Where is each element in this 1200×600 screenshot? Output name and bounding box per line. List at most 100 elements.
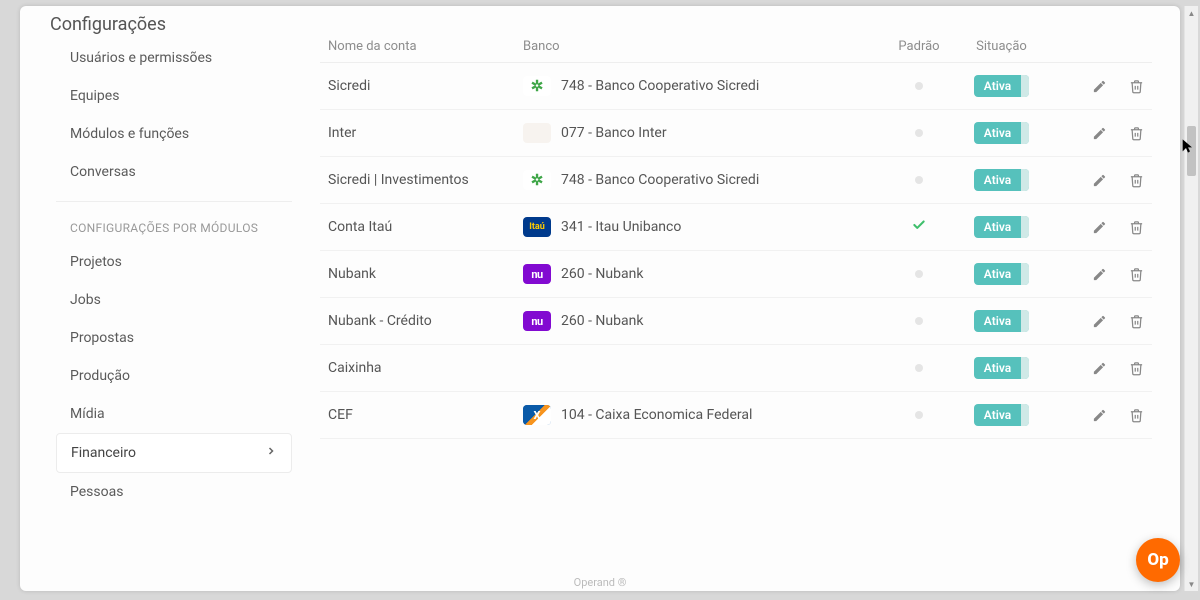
- edit-button[interactable]: [1092, 361, 1107, 376]
- cell-bank: ✲ 748 - Banco Cooperativo Sicredi: [523, 170, 884, 190]
- cell-bank: Itaú341 - Itau Unibanco: [523, 217, 884, 237]
- scrollbar-thumb[interactable]: [1187, 126, 1196, 176]
- sidebar-item-production[interactable]: Produção: [56, 357, 292, 395]
- sidebar-item-jobs[interactable]: Jobs: [56, 281, 292, 319]
- status-badge-toggle-icon: [1021, 122, 1029, 144]
- edit-button[interactable]: [1092, 408, 1107, 423]
- table-row: Conta ItaúItaú341 - Itau Unibanco Ativa: [320, 204, 1152, 251]
- window-scrollbar[interactable]: ▲ ▼: [1184, 6, 1198, 591]
- cell-actions: [1049, 408, 1144, 423]
- cell-status: Ativa: [954, 216, 1049, 238]
- cell-status: Ativa: [954, 404, 1049, 426]
- edit-button[interactable]: [1092, 79, 1107, 94]
- status-badge-toggle-icon: [1021, 357, 1029, 379]
- cell-account-name: Sicredi: [328, 78, 523, 94]
- delete-button[interactable]: [1129, 408, 1144, 423]
- cell-actions: [1049, 314, 1144, 329]
- table-body: Sicredi✲748 - Banco Cooperativo SicrediA…: [320, 63, 1152, 439]
- bank-logo-icon: ✲: [523, 170, 551, 190]
- pencil-icon: [1092, 267, 1107, 282]
- sidebar-item-proposals[interactable]: Propostas: [56, 319, 292, 357]
- delete-button[interactable]: [1129, 126, 1144, 141]
- sidebar-item-people[interactable]: Pessoas: [56, 473, 292, 511]
- sidebar-item-label: Pessoas: [70, 484, 123, 500]
- delete-button[interactable]: [1129, 173, 1144, 188]
- pencil-icon: [1092, 408, 1107, 423]
- page-title: Configurações: [20, 6, 1180, 39]
- cell-account-name: Sicredi | Investimentos: [328, 172, 523, 188]
- delete-button[interactable]: [1129, 220, 1144, 235]
- sidebar-item-projects[interactable]: Projetos: [56, 243, 292, 281]
- status-badge-label: Ativa: [974, 310, 1021, 332]
- content-wrap: Usuários e permissões Equipes Módulos e …: [20, 39, 1180, 588]
- pencil-icon: [1092, 314, 1107, 329]
- cell-default[interactable]: [884, 360, 954, 376]
- status-badge[interactable]: Ativa: [974, 404, 1029, 426]
- bank-logo-icon: X: [523, 405, 551, 425]
- scroll-up-icon[interactable]: ▲: [1185, 6, 1198, 20]
- bank-label: 104 - Caixa Economica Federal: [561, 407, 752, 423]
- table-row: CaixinhaAtiva: [320, 345, 1152, 392]
- th-bank: Banco: [523, 39, 884, 54]
- status-badge-toggle-icon: [1021, 404, 1029, 426]
- trash-icon: [1129, 220, 1144, 235]
- pencil-icon: [1092, 173, 1107, 188]
- radio-dot-icon: [915, 176, 923, 184]
- delete-button[interactable]: [1129, 79, 1144, 94]
- sidebar-item-users-permissions[interactable]: Usuários e permissões: [56, 39, 292, 77]
- cell-status: Ativa: [954, 75, 1049, 97]
- status-badge[interactable]: Ativa: [974, 75, 1029, 97]
- status-badge-label: Ativa: [974, 122, 1021, 144]
- status-badge[interactable]: Ativa: [974, 357, 1029, 379]
- sidebar-item-modules-functions[interactable]: Módulos e funções: [56, 115, 292, 153]
- cell-default[interactable]: [884, 266, 954, 282]
- cell-account-name: Conta Itaú: [328, 219, 523, 235]
- sidebar-item-financial[interactable]: Financeiro: [56, 433, 292, 473]
- sidebar-item-label: Conversas: [70, 164, 136, 180]
- bank-logo-icon: ✲: [523, 76, 551, 96]
- cell-account-name: Inter: [328, 125, 523, 141]
- radio-dot-icon: [915, 411, 923, 419]
- radio-dot-icon: [915, 129, 923, 137]
- status-badge[interactable]: Ativa: [974, 169, 1029, 191]
- sidebar-item-conversations[interactable]: Conversas: [56, 153, 292, 191]
- trash-icon: [1129, 267, 1144, 282]
- cell-bank: X 104 - Caixa Economica Federal: [523, 405, 884, 425]
- cell-default[interactable]: [884, 125, 954, 141]
- cell-default[interactable]: [884, 218, 954, 236]
- edit-button[interactable]: [1092, 126, 1107, 141]
- cell-status: Ativa: [954, 263, 1049, 285]
- cell-actions: [1049, 173, 1144, 188]
- cell-default[interactable]: [884, 78, 954, 94]
- edit-button[interactable]: [1092, 314, 1107, 329]
- delete-button[interactable]: [1129, 267, 1144, 282]
- scroll-down-icon[interactable]: ▼: [1185, 577, 1198, 591]
- th-actions: [1049, 39, 1144, 54]
- status-badge[interactable]: Ativa: [974, 310, 1029, 332]
- trash-icon: [1129, 79, 1144, 94]
- help-float-button[interactable]: Op: [1136, 538, 1180, 582]
- edit-button[interactable]: [1092, 173, 1107, 188]
- status-badge[interactable]: Ativa: [974, 263, 1029, 285]
- status-badge[interactable]: Ativa: [974, 122, 1029, 144]
- edit-button[interactable]: [1092, 267, 1107, 282]
- cell-default[interactable]: [884, 172, 954, 188]
- sidebar-item-media[interactable]: Mídia: [56, 395, 292, 433]
- main-content: Nome da conta Banco Padrão Situação Sicr…: [310, 39, 1180, 588]
- cell-default[interactable]: [884, 313, 954, 329]
- bank-label: 748 - Banco Cooperativo Sicredi: [561, 172, 759, 188]
- delete-button[interactable]: [1129, 314, 1144, 329]
- status-badge-label: Ativa: [974, 216, 1021, 238]
- status-badge[interactable]: Ativa: [974, 216, 1029, 238]
- delete-button[interactable]: [1129, 361, 1144, 376]
- cell-default[interactable]: [884, 407, 954, 423]
- table-header: Nome da conta Banco Padrão Situação: [320, 39, 1152, 63]
- edit-button[interactable]: [1092, 220, 1107, 235]
- bank-label: 341 - Itau Unibanco: [561, 219, 681, 235]
- th-account-name: Nome da conta: [328, 39, 523, 54]
- bank-label: 260 - Nubank: [561, 313, 643, 329]
- sidebar-item-label: Jobs: [70, 292, 101, 308]
- sidebar: Usuários e permissões Equipes Módulos e …: [20, 39, 310, 588]
- sidebar-item-teams[interactable]: Equipes: [56, 77, 292, 115]
- cell-bank: 077 - Banco Inter: [523, 123, 884, 143]
